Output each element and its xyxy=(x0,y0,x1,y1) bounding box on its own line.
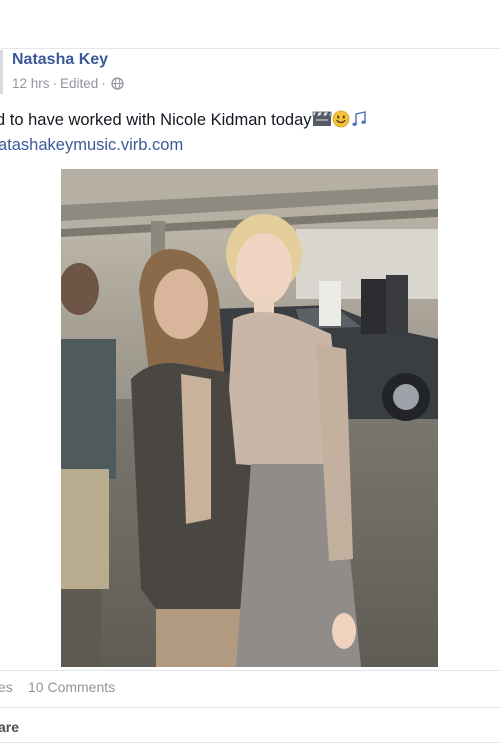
likes-count[interactable]: es xyxy=(0,679,13,695)
meta-separator: · xyxy=(101,76,106,91)
avatar[interactable] xyxy=(0,50,3,94)
globe-icon[interactable] xyxy=(111,77,124,90)
post-link[interactable]: atashakeymusic.virb.com xyxy=(0,136,183,155)
post-text-body: d to have worked with Nicole Kidman toda… xyxy=(0,111,312,129)
post-text: d to have worked with Nicole Kidman toda… xyxy=(0,110,368,130)
post-photo[interactable] xyxy=(61,169,438,667)
emoji-group xyxy=(312,110,368,128)
smiley-icon xyxy=(332,110,349,128)
post-meta: 12 hrs · Edited · xyxy=(12,76,124,91)
page-background xyxy=(0,0,500,48)
author-name[interactable]: Natasha Key xyxy=(12,51,108,69)
music-notes-icon xyxy=(351,111,366,126)
meta-separator: · xyxy=(52,76,58,91)
comments-count[interactable]: 10 Comments xyxy=(28,679,115,695)
edited-label[interactable]: Edited xyxy=(60,76,98,91)
timestamp[interactable]: 12 hrs xyxy=(12,76,50,91)
share-button[interactable]: are xyxy=(0,719,19,735)
clapperboard-icon xyxy=(312,111,331,126)
